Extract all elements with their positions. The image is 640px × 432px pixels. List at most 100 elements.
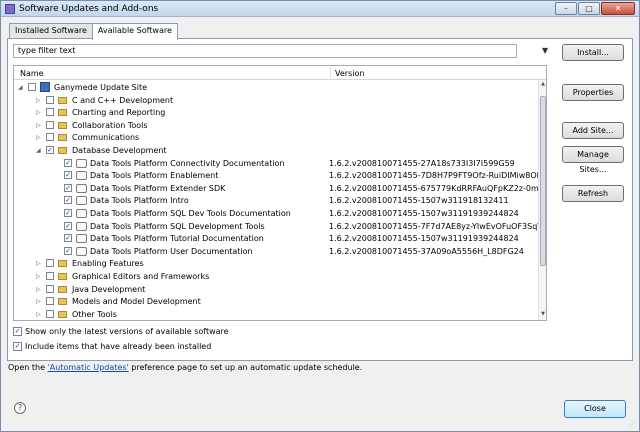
- feature-row[interactable]: ✓ Data Tools Platform User Documentation 1…: [14, 245, 539, 258]
- expand-twistie-icon[interactable]: ▷: [36, 260, 41, 267]
- row-version: 1.6.2.v200810071455-1507w31191939244824: [329, 234, 519, 244]
- category-row[interactable]: ◢ ✓ Database Development: [14, 144, 539, 157]
- install-button[interactable]: Install...: [562, 44, 624, 61]
- manage-sites-button[interactable]: Manage Sites...: [562, 146, 624, 174]
- properties-button[interactable]: Properties: [562, 84, 624, 101]
- automatic-updates-link[interactable]: 'Automatic Updates': [48, 363, 129, 372]
- expand-twistie-icon[interactable]: ▷: [36, 109, 41, 116]
- category-row[interactable]: ▷ Graphical Editors and Frameworks: [14, 270, 539, 283]
- expand-twistie-icon[interactable]: ▷: [36, 122, 41, 129]
- category-folder-icon: [58, 260, 67, 268]
- scroll-thumb[interactable]: [540, 96, 546, 266]
- column-separator[interactable]: [330, 66, 331, 80]
- collapse-twistie-icon[interactable]: ◢: [36, 147, 41, 154]
- close-button[interactable]: Close: [564, 400, 626, 418]
- feature-row[interactable]: ✓ Data Tools Platform Extender SDK 1.6.2.v…: [14, 182, 546, 195]
- column-version[interactable]: Version: [335, 69, 364, 78]
- row-label: Collaboration Tools: [72, 120, 148, 130]
- row-checkbox[interactable]: ✓: [64, 158, 72, 167]
- feature-plugin-icon: [76, 246, 87, 256]
- row-checkbox[interactable]: [46, 259, 54, 268]
- include-installed-check[interactable]: ✓: [13, 342, 22, 351]
- row-checkbox[interactable]: ✓: [64, 221, 72, 230]
- row-checkbox[interactable]: ✓: [46, 146, 54, 154]
- category-folder-icon: [58, 121, 67, 129]
- site-row[interactable]: ◢ Ganymede Update Site: [14, 81, 539, 94]
- row-checkbox[interactable]: ✓: [64, 171, 72, 180]
- expand-twistie-icon[interactable]: ▷: [36, 298, 41, 305]
- latest-versions-check[interactable]: ✓: [13, 327, 22, 336]
- category-row[interactable]: ▷ Charting and Reporting: [14, 106, 539, 119]
- expand-twistie-icon[interactable]: ▷: [36, 134, 41, 141]
- tab-installed-software[interactable]: Installed Software: [9, 23, 93, 39]
- maximize-button[interactable]: □: [578, 2, 600, 15]
- category-folder-icon: [58, 285, 67, 293]
- feature-plugin-icon: [76, 234, 87, 244]
- row-label: Data Tools Platform SQL Dev Tools Docume…: [90, 209, 291, 218]
- minimize-button[interactable]: –: [555, 2, 577, 15]
- help-icon[interactable]: ?: [14, 402, 26, 414]
- available-software-panel: type filter text ▼ Name Version ◢ Ganymed…: [7, 38, 633, 361]
- row-label: Data Tools Platform Enablement: [90, 171, 219, 181]
- feature-row[interactable]: ✓ Data Tools Platform Tutorial Documentat…: [14, 232, 539, 245]
- category-folder-icon: [58, 273, 67, 280]
- expand-twistie-icon[interactable]: ▷: [36, 311, 41, 318]
- row-label: Other Tools: [72, 309, 117, 319]
- category-row[interactable]: ▷ Communications: [14, 131, 539, 144]
- scroll-up-icon[interactable]: ▲: [539, 81, 546, 89]
- expand-twistie-icon[interactable]: ▷: [36, 286, 41, 293]
- tab-available-software[interactable]: Available Software: [91, 23, 178, 40]
- feature-row[interactable]: ✓ Data Tools Platform SQL Dev Tools Docum…: [14, 207, 539, 220]
- column-name[interactable]: Name: [20, 69, 44, 78]
- feature-row[interactable]: ✓ Data Tools Platform Enablement 1.6.2.v20…: [14, 169, 546, 182]
- refresh-button[interactable]: Refresh: [562, 185, 624, 202]
- category-row[interactable]: ▷ Enabling Features: [14, 257, 539, 270]
- row-label: Java Development: [72, 284, 146, 294]
- update-site-icon: [40, 82, 50, 92]
- vertical-scrollbar[interactable]: ▲ ▼: [538, 80, 546, 320]
- feature-plugin-icon: [76, 209, 87, 218]
- close-window-button[interactable]: ✕: [601, 2, 635, 15]
- row-checkbox[interactable]: ✓: [64, 234, 72, 243]
- row-checkbox[interactable]: [46, 95, 54, 104]
- feature-plugin-icon: [76, 171, 87, 181]
- category-row[interactable]: ▷ Collaboration Tools: [14, 119, 539, 132]
- filter-input[interactable]: type filter text: [13, 44, 517, 58]
- latest-versions-label: Show only the latest versions of availab…: [25, 327, 229, 336]
- category-folder-icon: [58, 96, 67, 104]
- row-checkbox[interactable]: ✓: [64, 209, 72, 217]
- category-row[interactable]: ▷ Other Tools: [14, 308, 539, 320]
- include-installed-label: Include items that have already been ins…: [25, 342, 212, 351]
- filter-dropdown-icon[interactable]: ▼: [542, 46, 548, 55]
- row-checkbox[interactable]: [46, 133, 54, 142]
- row-checkbox[interactable]: [46, 297, 54, 306]
- row-label: Data Tools Platform Connectivity Documen…: [90, 158, 285, 168]
- row-checkbox[interactable]: [46, 309, 54, 318]
- row-checkbox[interactable]: [28, 83, 36, 91]
- category-row[interactable]: ▷ Models and Model Development: [14, 295, 539, 308]
- row-label: Models and Model Development: [72, 297, 201, 307]
- collapse-twistie-icon[interactable]: ◢: [18, 84, 23, 91]
- row-checkbox[interactable]: [46, 284, 54, 293]
- feature-row[interactable]: ✓ Data Tools Platform Intro 1.6.2.v2008100…: [14, 194, 539, 207]
- feature-row[interactable]: ✓ Data Tools Platform Connectivity Docume…: [14, 157, 539, 170]
- expand-twistie-icon[interactable]: ▷: [36, 97, 41, 104]
- category-row[interactable]: ▷ Java Development: [14, 283, 539, 296]
- row-label: Data Tools Platform Intro: [90, 196, 189, 206]
- row-checkbox[interactable]: ✓: [64, 246, 72, 255]
- row-checkbox[interactable]: [46, 120, 54, 129]
- row-checkbox[interactable]: [46, 272, 54, 280]
- feature-plugin-icon: [76, 221, 87, 231]
- feature-plugin-icon: [76, 183, 87, 193]
- row-checkbox[interactable]: [46, 108, 54, 117]
- resize-grip-icon[interactable]: ⋰: [629, 421, 637, 429]
- row-version: 1.6.2.v200810071455-37A09oA5556H_L8DFG24: [329, 246, 524, 256]
- category-row[interactable]: ▷ C and C++ Development: [14, 94, 539, 107]
- row-checkbox[interactable]: ✓: [64, 196, 72, 205]
- feature-row[interactable]: ✓ Data Tools Platform SQL Development Too…: [14, 220, 546, 233]
- add-site-button[interactable]: Add Site...: [562, 122, 624, 139]
- expand-twistie-icon[interactable]: ▷: [36, 273, 41, 280]
- column-header: Name Version: [14, 66, 546, 80]
- scroll-down-icon[interactable]: ▼: [539, 311, 546, 319]
- row-checkbox[interactable]: ✓: [64, 183, 72, 192]
